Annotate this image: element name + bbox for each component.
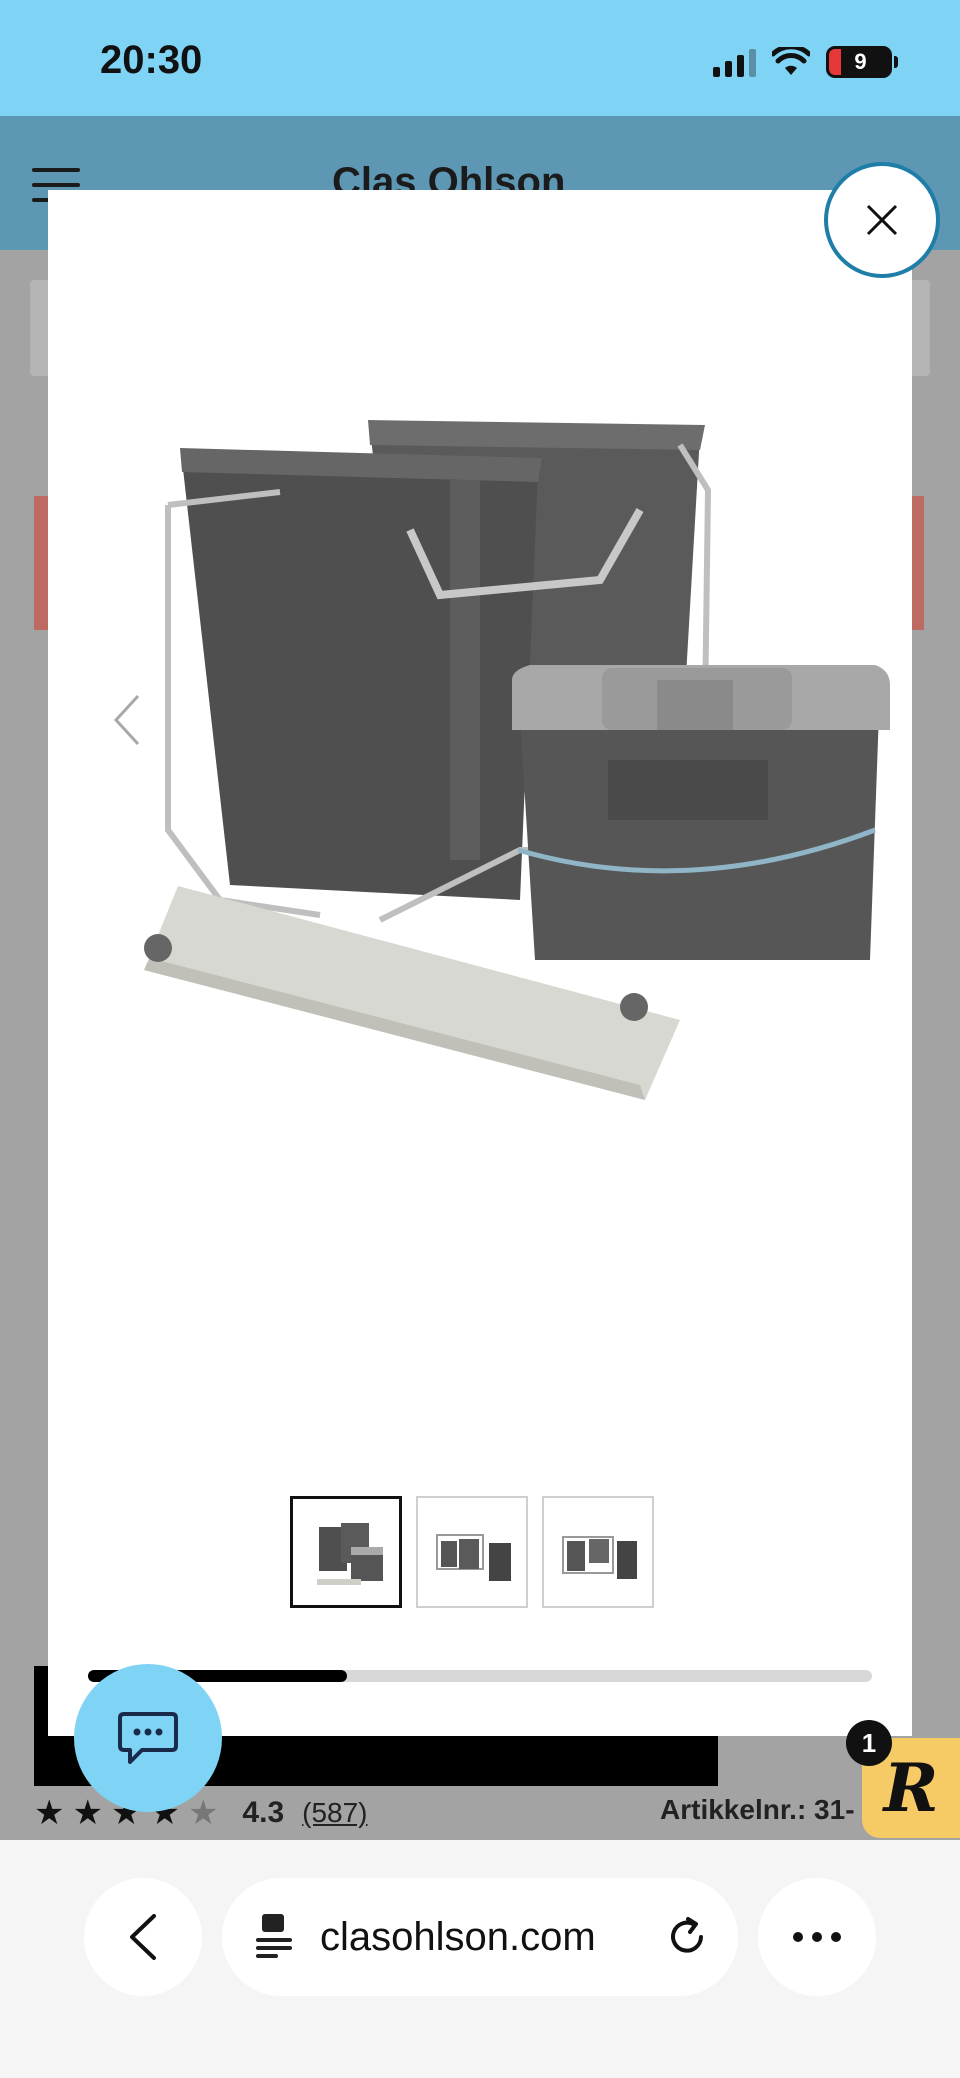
- close-icon: [866, 204, 898, 236]
- url-text: clasohlson.com: [320, 1914, 596, 1959]
- gallery-progress-bar: [88, 1670, 872, 1682]
- reload-icon[interactable]: [666, 1916, 708, 1958]
- rating-value: 4.3: [242, 1796, 285, 1829]
- page-settings-icon[interactable]: [252, 1912, 296, 1962]
- status-bar: 20:30 9: [0, 0, 960, 116]
- rating-row: ★ ★ ★ ★ ★ 4.3 (587): [34, 1786, 368, 1840]
- thumbnail-3[interactable]: [542, 1496, 654, 1608]
- rating-count-link[interactable]: (587): [302, 1797, 367, 1829]
- thumbnail-strip: [290, 1496, 654, 1608]
- notification-badge: 1: [846, 1720, 892, 1766]
- thumbnail-2[interactable]: [416, 1496, 528, 1608]
- back-icon: [130, 1914, 156, 1960]
- r-badge-letter: R: [883, 1749, 939, 1827]
- status-time: 20:30: [100, 38, 203, 82]
- back-button[interactable]: [84, 1878, 202, 1996]
- chat-icon: [118, 1712, 178, 1764]
- thumbnail-1[interactable]: [290, 1496, 402, 1608]
- battery-icon: 9: [826, 46, 892, 78]
- battery-level: 9: [854, 49, 867, 74]
- more-icon: [793, 1932, 803, 1942]
- address-bar[interactable]: clasohlson.com: [222, 1878, 738, 1996]
- wifi-icon: [772, 47, 810, 75]
- more-button[interactable]: [758, 1878, 876, 1996]
- chat-button[interactable]: [74, 1664, 222, 1812]
- article-number: Artikkelnr.: 31-: [660, 1794, 855, 1825]
- signal-icon: [713, 47, 756, 77]
- close-button[interactable]: [824, 162, 940, 278]
- status-icons: 9: [713, 46, 898, 78]
- product-image-waste-bins: [144, 420, 890, 1100]
